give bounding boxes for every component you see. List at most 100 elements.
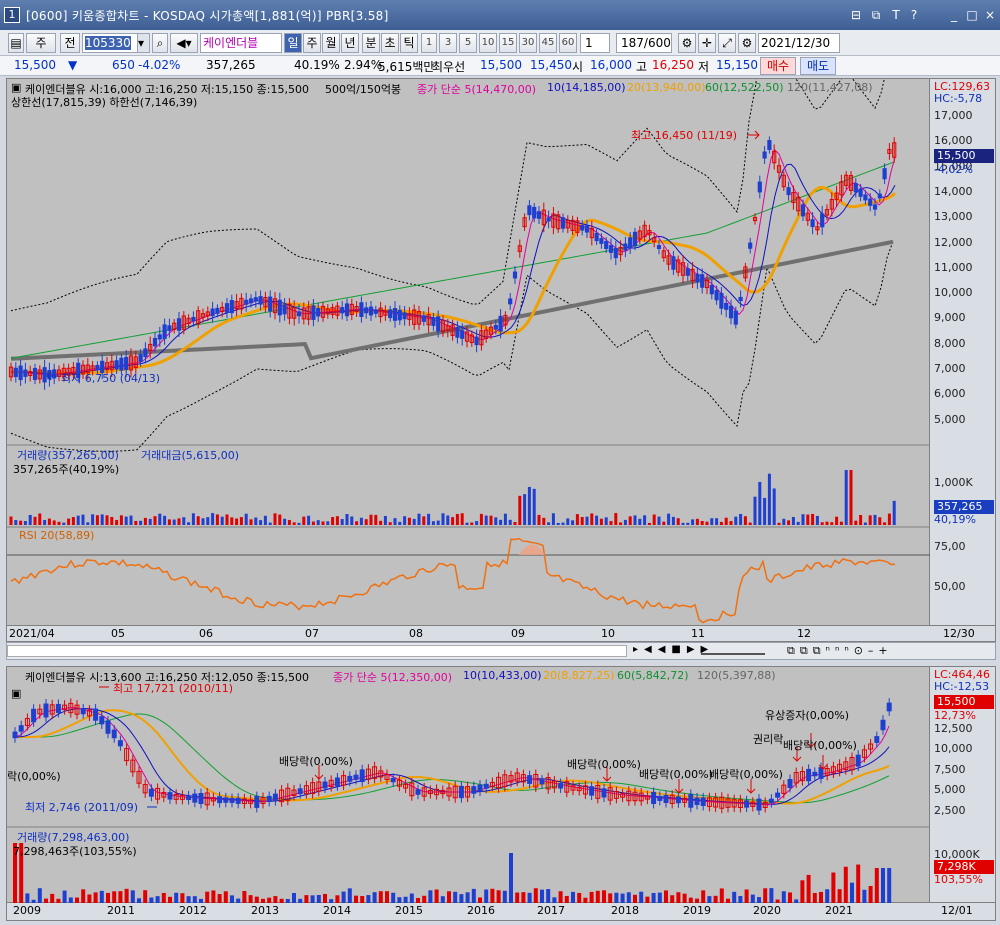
x-label: 2021 <box>825 904 853 917</box>
chart-options-icon[interactable]: ▣ <box>11 687 21 700</box>
close-icon[interactable]: × <box>982 7 998 23</box>
vol-y-label: 1,000K <box>934 476 973 489</box>
volume-bar <box>292 522 296 525</box>
buy-button[interactable]: 매수 <box>760 57 796 75</box>
volume-bar <box>124 516 128 525</box>
volume-bar <box>547 522 551 525</box>
candle-body <box>191 316 196 322</box>
volume-bar <box>143 890 148 903</box>
candle-body <box>235 797 241 804</box>
count-field[interactable]: 187/600 <box>616 33 672 53</box>
candle-body <box>162 324 167 339</box>
tool-icons[interactable]: ⧉⧉⧉ⁿⁿⁿ⊙–+ <box>787 644 893 658</box>
tab-year[interactable]: 년 <box>341 33 359 53</box>
date-input[interactable]: 2021/12/30 <box>758 33 840 53</box>
candle-body <box>880 719 886 731</box>
help-icon[interactable]: ? <box>906 7 922 23</box>
volume-bar <box>551 513 555 525</box>
candle-body <box>268 296 273 312</box>
candle-body <box>436 316 441 332</box>
monthly-price-chart[interactable]: 케이엔더블유 시:13,600 고:16,250 저:12,050 종:15,5… <box>6 666 931 903</box>
scroll-track[interactable] <box>7 645 627 657</box>
zoom-slider[interactable] <box>701 647 765 655</box>
tab-day[interactable]: 일 <box>284 33 302 53</box>
interval-3[interactable]: 3 <box>439 33 457 53</box>
daily-price-chart[interactable]: ▣ 케이엔더블유 시:16,000 고:16,250 저:15,150 종:15… <box>6 78 931 626</box>
volume-bar <box>459 894 464 903</box>
candle-body <box>460 330 465 339</box>
minimize-icon[interactable]: _ <box>946 7 962 23</box>
interval-30[interactable]: 30 <box>519 33 537 53</box>
period-select[interactable]: 주 <box>26 33 56 53</box>
tab-second[interactable]: 초 <box>381 33 399 53</box>
volume-bar <box>767 473 771 525</box>
volume-bar <box>153 516 157 525</box>
chart-options-icon[interactable]: ▣ <box>11 81 21 94</box>
volume-bar <box>614 513 618 525</box>
volume-bar <box>676 892 681 903</box>
candle-body <box>229 797 235 803</box>
gear-icon[interactable]: ⚙ <box>738 33 756 53</box>
candle-body <box>787 779 793 789</box>
volume-bar <box>383 516 387 525</box>
sound-icon[interactable]: ◀▾ <box>170 33 198 53</box>
interval-1[interactable]: 1 <box>421 33 437 53</box>
maximize-icon[interactable]: □ <box>964 7 980 23</box>
tab-week[interactable]: 주 <box>303 33 321 53</box>
volume-bar <box>777 522 781 525</box>
vol-amount-title: 거래대금(5,615,00) <box>141 449 240 462</box>
volume-bar <box>647 522 651 525</box>
candle-body <box>580 225 585 231</box>
volume-bar <box>201 518 205 525</box>
tab-month[interactable]: 월 <box>322 33 340 53</box>
volume-bar <box>287 519 291 525</box>
link-icon[interactable]: ⧉ <box>868 7 884 23</box>
volume-bar <box>748 522 752 525</box>
volume-bar <box>580 516 584 525</box>
interval-input[interactable]: 1 <box>580 33 610 53</box>
interval-45[interactable]: 45 <box>539 33 557 53</box>
stock-name-field[interactable]: 케이엔더블 <box>200 33 282 53</box>
chart-scrollbar[interactable]: ▸◀◀■▶▶ ⧉⧉⧉ⁿⁿⁿ⊙–+ <box>6 642 996 660</box>
tab-minute[interactable]: 분 <box>362 33 380 53</box>
restore-icon[interactable]: ⊟ <box>848 7 864 23</box>
candle-body <box>663 794 669 803</box>
volume-bar <box>100 514 104 525</box>
search-icon[interactable]: ⌕ <box>152 33 168 53</box>
candle-body <box>853 183 858 193</box>
volume-bar <box>739 513 743 525</box>
chevron-down-icon[interactable]: ▾ <box>137 34 149 52</box>
candle-body <box>527 205 532 216</box>
x-label: 08 <box>409 627 423 640</box>
volume-bar <box>619 522 623 525</box>
volume-bar <box>546 889 551 903</box>
window-number: 1 <box>4 7 20 23</box>
volume-bar <box>105 515 109 525</box>
candle-body <box>114 360 119 370</box>
candle-body <box>364 307 369 314</box>
stock-code-input[interactable]: 105330 ▾ <box>82 33 150 53</box>
window-titlebar: 1 [0600] 키움종합차트 - KOSDAQ 시가총액[1,881(억)] … <box>0 0 1000 30</box>
layout-icon[interactable]: ▤ <box>8 33 24 53</box>
event-label: 배당락(0,00%) <box>567 758 641 771</box>
volume-bar <box>106 892 110 903</box>
interval-60[interactable]: 60 <box>559 33 577 53</box>
zoom-icon[interactable]: ⤢ <box>718 33 736 53</box>
pin-icon[interactable]: T <box>888 7 904 23</box>
volume-bar <box>86 522 90 525</box>
volume-bar <box>556 522 560 525</box>
top-legend-ma20: 20(13,940,00) <box>627 81 706 94</box>
sell-button[interactable]: 매도 <box>800 57 836 75</box>
crosshair-icon[interactable]: ✛ <box>698 33 716 53</box>
volume-bar <box>564 896 569 903</box>
interval-15[interactable]: 15 <box>499 33 517 53</box>
candle-body <box>810 219 815 228</box>
interval-10[interactable]: 10 <box>479 33 497 53</box>
interval-5[interactable]: 5 <box>459 33 477 53</box>
volume-bar <box>407 517 411 525</box>
volume-bar <box>724 517 728 525</box>
settings-icon[interactable]: ⚙ <box>678 33 696 53</box>
prev-button[interactable]: 전 <box>60 33 80 53</box>
x-label: 2009 <box>13 904 41 917</box>
tab-tick[interactable]: 틱 <box>400 33 418 53</box>
